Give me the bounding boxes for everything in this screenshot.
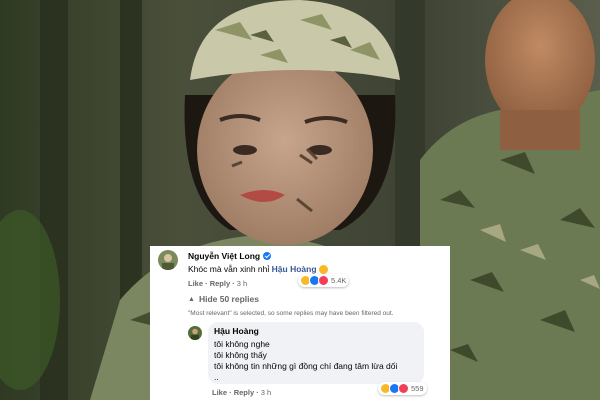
main-comment: Nguyễn Việt Long Khóc mà vẫn xinh nhỉ Hậ… [188, 251, 328, 275]
mention-link[interactable]: Hậu Hoàng [272, 264, 317, 274]
reply-reaction-count: 559 [411, 384, 424, 393]
chevron-up-icon: ▲ [188, 295, 195, 303]
reaction-count: 5.4K [331, 276, 347, 285]
love-react-icon [318, 275, 329, 286]
reply-actions: Like · Reply · 3 h [212, 388, 272, 397]
love-react-icon [398, 383, 409, 394]
like-action[interactable]: Like [188, 279, 203, 288]
comment-actions: Like · Reply · 3 h [188, 279, 248, 288]
filter-note: "Most relevant" is selected, so some rep… [188, 310, 394, 317]
reply-time[interactable]: 3 h [261, 388, 271, 397]
reply-bubble: Hậu Hoàng tôi không nghe tôi không thấy … [208, 322, 424, 384]
commenter-avatar[interactable] [158, 250, 178, 270]
reply-avatar[interactable] [188, 326, 202, 340]
reply-text: tôi không nghe tôi không thấy tôi không … [214, 339, 398, 382]
comment-author[interactable]: Nguyễn Việt Long [188, 251, 328, 261]
comment-text: Khóc mà vẫn xinh nhỉ Hậu Hoàng [188, 264, 328, 275]
reply-author[interactable]: Hậu Hoàng [214, 326, 259, 336]
hide-replies-toggle[interactable]: ▲ Hide 50 replies [188, 294, 259, 304]
reaction-summary[interactable]: 5.4K [298, 274, 350, 287]
reply-action[interactable]: Reply [210, 279, 230, 288]
verified-badge-icon [263, 252, 272, 260]
comment-time[interactable]: 3 h [237, 279, 247, 288]
reply-like-action[interactable]: Like [212, 388, 227, 397]
laughing-emoji-icon [318, 265, 328, 275]
reply-reaction-summary[interactable]: 559 [378, 382, 427, 395]
comment-panel: Nguyễn Việt Long Khóc mà vẫn xinh nhỉ Hậ… [150, 246, 450, 400]
reply-reply-action[interactable]: Reply [234, 388, 254, 397]
